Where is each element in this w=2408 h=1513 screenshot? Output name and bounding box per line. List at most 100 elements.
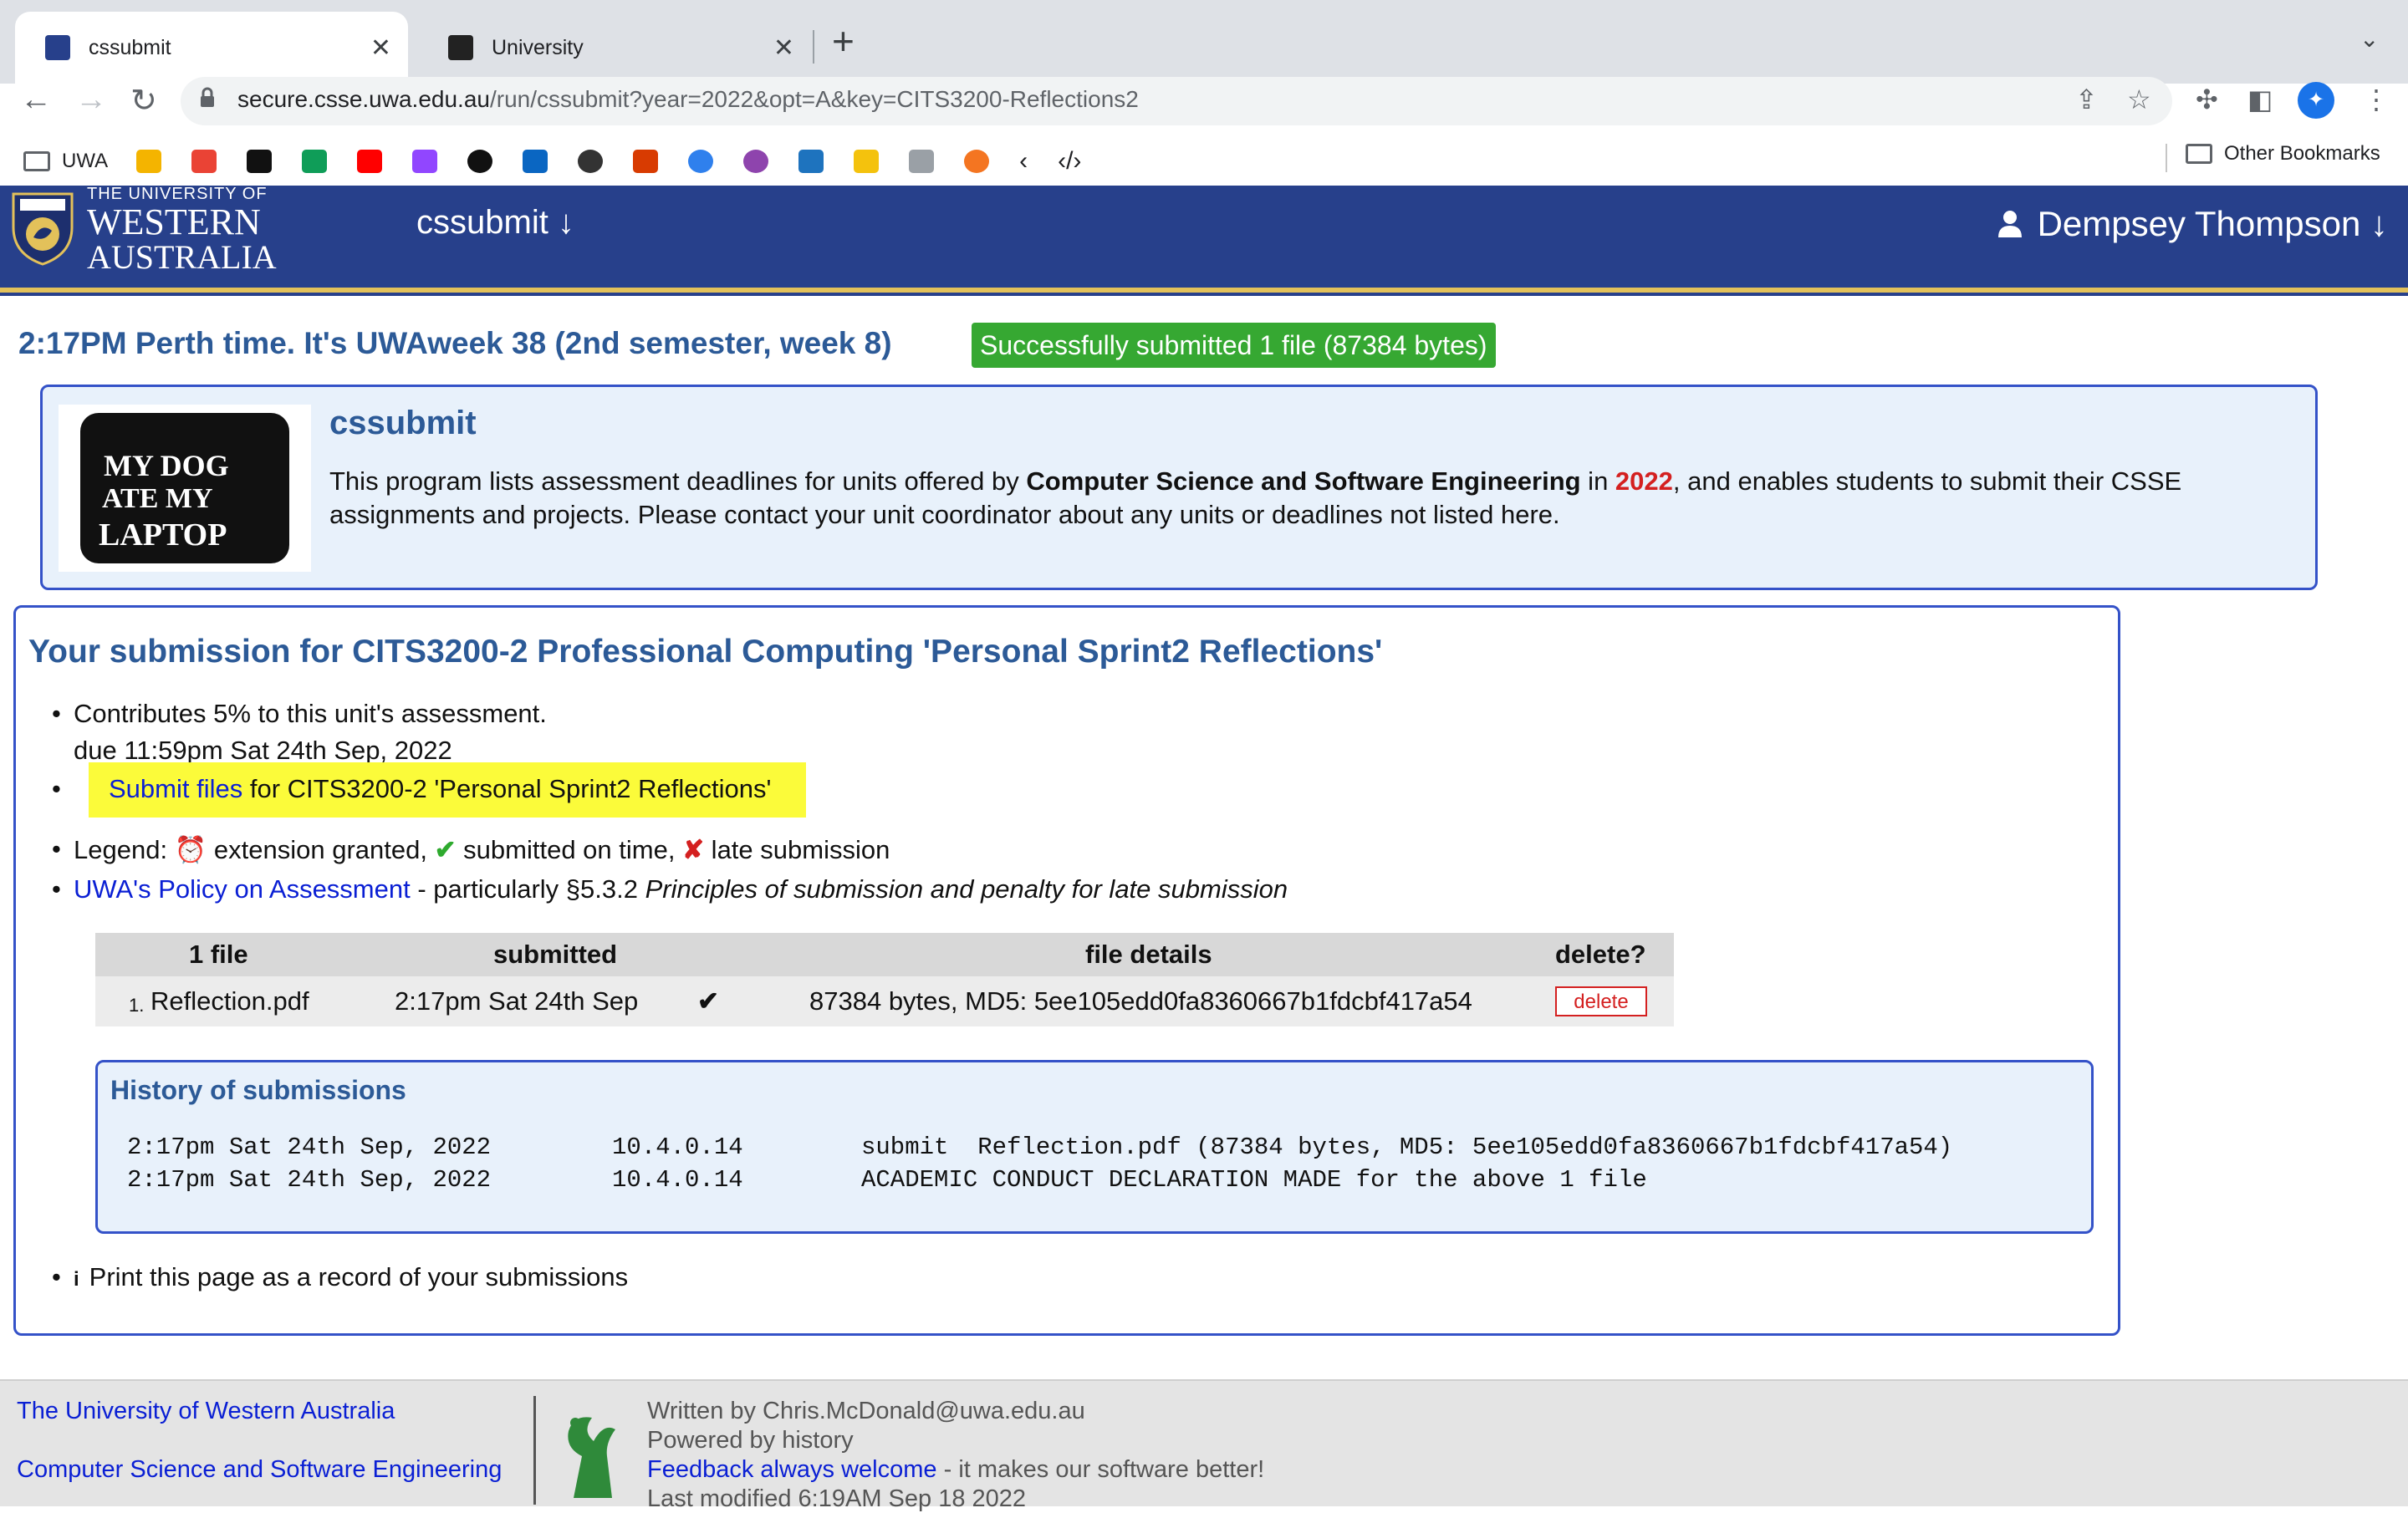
bookmark-linkedin[interactable] bbox=[523, 150, 548, 173]
bookmark-twitch[interactable] bbox=[412, 150, 438, 173]
print-item: i Print this page as a record of your sub… bbox=[52, 1262, 628, 1292]
due-item: due 11:59pm Sat 24th Sep, 2022 bbox=[74, 736, 452, 764]
bookmark-notion[interactable] bbox=[247, 150, 273, 173]
forward-arrow-icon[interactable]: → bbox=[75, 82, 107, 118]
col-header-submitted: submitted bbox=[493, 940, 618, 969]
pencil-icon bbox=[136, 150, 162, 173]
delete-button[interactable]: delete bbox=[1555, 986, 1647, 1016]
uwa-crest-icon[interactable] bbox=[8, 189, 77, 266]
lock-icon[interactable] bbox=[199, 87, 216, 109]
submit-files-link[interactable]: Submit files bbox=[109, 774, 242, 803]
footer-last-modified: Last modified 6:19AM Sep 18 2022 bbox=[647, 1485, 1027, 1512]
app-icon bbox=[578, 150, 604, 173]
file-link[interactable]: Reflection.pdf bbox=[150, 986, 309, 1016]
uwa-line2: WESTERN bbox=[87, 201, 261, 242]
url-text[interactable]: secure.csse.uwa.edu.au/run/cssubmit?year… bbox=[237, 86, 1139, 113]
url-path: /run/cssubmit?year=2022&opt=A&key=CITS32… bbox=[489, 86, 1139, 112]
chevron-down-icon[interactable]: ⌄ bbox=[2360, 25, 2379, 53]
linkedin-icon bbox=[523, 150, 548, 173]
legend-item: Legend: ⏰ extension granted, ✔ submitted… bbox=[52, 834, 890, 865]
cross-icon: ✘ bbox=[682, 835, 705, 864]
tab-title: University bbox=[492, 35, 584, 59]
user-menu[interactable]: Dempsey Thompson ↓ bbox=[1997, 204, 2388, 244]
bookmark-code[interactable]: ‹ bbox=[1019, 147, 1028, 176]
tab-title: cssubmit bbox=[89, 35, 171, 59]
back-arrow-icon[interactable]: ← bbox=[20, 82, 52, 118]
bookmark-pen[interactable] bbox=[854, 150, 880, 173]
bookmark-github[interactable] bbox=[467, 150, 493, 173]
history-title: History of submissions bbox=[110, 1075, 406, 1105]
share-icon[interactable]: ⇪ bbox=[2075, 84, 2098, 115]
side-panel-icon[interactable]: ◧ bbox=[2247, 84, 2273, 115]
submit-files-rest: for CITS3200-2 'Personal Sprint2 Reflect… bbox=[242, 774, 772, 803]
tab-separator bbox=[813, 30, 814, 64]
devtools-icon: ‹/› bbox=[1058, 147, 1082, 175]
col-header-file: 1 file bbox=[189, 940, 248, 969]
bookmark-crunchyroll[interactable] bbox=[964, 150, 990, 173]
code-icon: ‹ bbox=[1019, 147, 1028, 175]
video-icon bbox=[798, 150, 824, 173]
footer-feedback: Feedback always welcome - it makes our s… bbox=[647, 1456, 1264, 1484]
bookmark-app[interactable] bbox=[578, 150, 604, 173]
bookmark-uwa[interactable]: UWA bbox=[23, 150, 108, 173]
bookmark-video[interactable] bbox=[798, 150, 824, 173]
tab-cssubmit[interactable]: cssubmit ✕ bbox=[15, 12, 408, 84]
u-icon bbox=[743, 150, 769, 173]
extensions-puzzle-icon[interactable]: ✣ bbox=[2196, 84, 2218, 115]
intro-text-in: in bbox=[1580, 466, 1615, 496]
intro-description: This program lists assessment deadlines … bbox=[329, 465, 2278, 532]
submission-title: Your submission for CITS3200-2 Professio… bbox=[28, 634, 1383, 670]
lyrebird-icon bbox=[568, 1417, 615, 1498]
close-tab-icon[interactable]: ✕ bbox=[773, 33, 794, 63]
legend-late: late submission bbox=[704, 835, 890, 864]
uwa-wordmark[interactable]: THE UNIVERSITY OF WESTERN AUSTRALIA bbox=[87, 186, 277, 274]
bookmark-u[interactable] bbox=[743, 150, 769, 173]
kebab-menu-icon[interactable]: ⋮ bbox=[2363, 84, 2390, 115]
my-dog-ate-my-laptop-logo: MY DOG ATE MY LAPTOP bbox=[59, 405, 311, 572]
history-when: 2:17pm Sat 24th Sep, 2022 bbox=[127, 1133, 492, 1161]
policy-italic: Principles of submission and penalty for… bbox=[645, 874, 1288, 904]
user-icon bbox=[1997, 211, 2022, 237]
app-icon bbox=[909, 150, 935, 173]
history-action: ACADEMIC CONDUCT DECLARATION MADE for th… bbox=[861, 1166, 1647, 1194]
policy-item: UWA's Policy on Assessment - particularl… bbox=[52, 874, 1288, 904]
row-number: 1. bbox=[129, 995, 145, 1016]
bookmark-plus[interactable] bbox=[302, 150, 328, 173]
bookmark-c[interactable] bbox=[688, 150, 714, 173]
logo-line1: MY DOG bbox=[104, 449, 229, 482]
contributes-item: Contributes 5% to this unit's assessment… bbox=[52, 699, 547, 729]
bookmarks-bar: UWA ‹ ‹/› bbox=[0, 137, 2408, 186]
footer-csse-link[interactable]: Computer Science and Software Engineerin… bbox=[17, 1456, 502, 1484]
youtube-icon bbox=[357, 150, 383, 173]
other-bookmarks[interactable]: Other Bookmarks bbox=[2186, 142, 2380, 166]
app-menu[interactable]: cssubmit ↓ bbox=[416, 204, 574, 242]
star-bookmark-icon[interactable]: ☆ bbox=[2127, 84, 2151, 115]
col-header-file-details: file details bbox=[1085, 940, 1212, 969]
close-tab-icon[interactable]: ✕ bbox=[370, 33, 391, 63]
policy-rest: - particularly §5.3.2 bbox=[410, 874, 645, 904]
profile-avatar[interactable]: ✦ bbox=[2298, 82, 2334, 119]
user-name: Dempsey Thompson ↓ bbox=[2037, 204, 2388, 243]
legend-ontime: submitted on time, bbox=[456, 835, 683, 864]
bookmark-youtube[interactable] bbox=[357, 150, 383, 173]
other-bookmarks-label: Other Bookmarks bbox=[2224, 142, 2380, 165]
url-host: secure.csse.uwa.edu.au bbox=[237, 86, 490, 112]
feedback-link[interactable]: Feedback always welcome bbox=[647, 1456, 937, 1483]
legend-extension: extension granted, bbox=[207, 835, 435, 864]
uwa-line3: AUSTRALIA bbox=[87, 238, 277, 276]
office-icon bbox=[633, 150, 659, 173]
tab-university[interactable]: University ✕ bbox=[418, 12, 811, 84]
bookmark-devtools[interactable]: ‹/› bbox=[1058, 147, 1081, 176]
bookmark-app2[interactable] bbox=[909, 150, 935, 173]
intro-title: cssubmit bbox=[329, 405, 477, 441]
footer-uwa-link[interactable]: The University of Western Australia bbox=[17, 1398, 395, 1425]
bookmark-gmail[interactable] bbox=[191, 150, 217, 173]
bookmark-pencil[interactable] bbox=[136, 150, 162, 173]
new-tab-plus-icon[interactable]: + bbox=[832, 18, 855, 64]
history-when: 2:17pm Sat 24th Sep, 2022 bbox=[127, 1166, 492, 1194]
bookmark-office[interactable] bbox=[633, 150, 659, 173]
logo-line2: ATE MY bbox=[102, 483, 213, 514]
policy-link[interactable]: UWA's Policy on Assessment bbox=[74, 874, 411, 904]
reload-icon[interactable]: ↻ bbox=[130, 82, 157, 120]
github-icon bbox=[467, 150, 493, 173]
